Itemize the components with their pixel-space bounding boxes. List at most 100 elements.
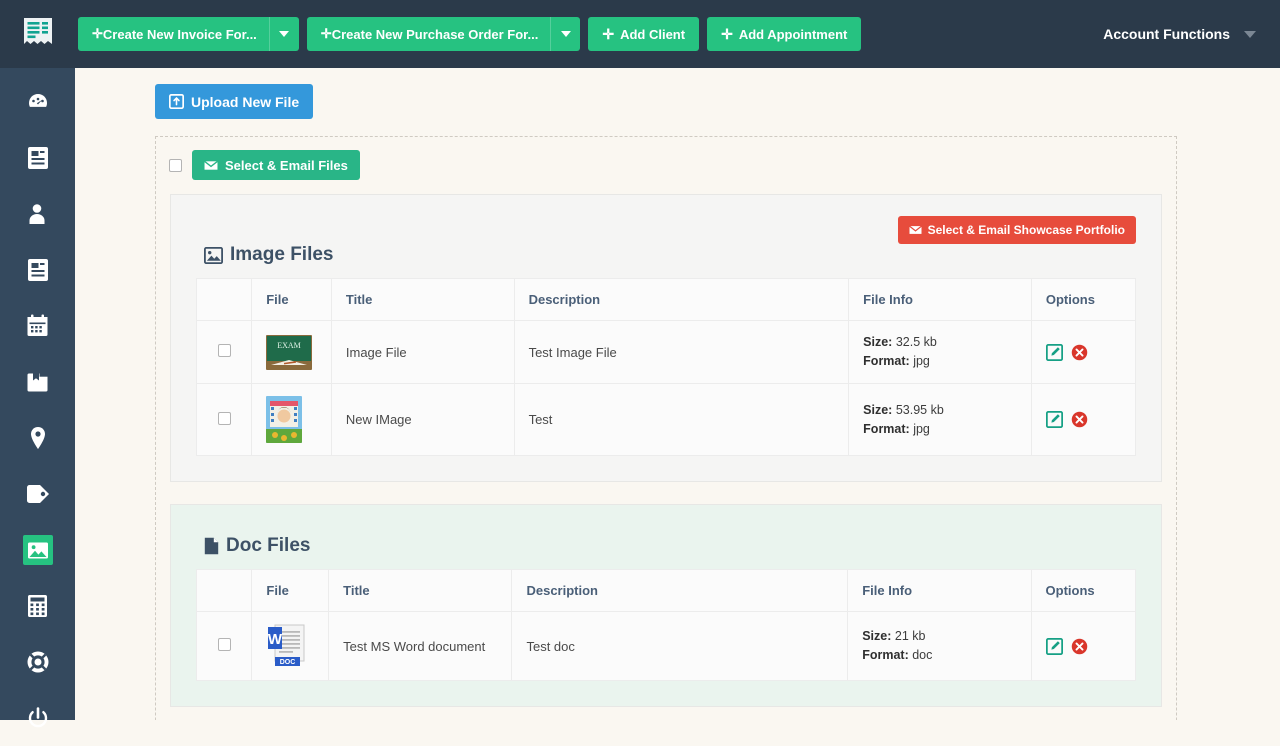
create-new-purchase-order-label: ✛Create New Purchase Order For... [307,17,551,51]
row-thumbnail-cell [252,384,332,456]
sidebar-item-support[interactable] [0,634,75,690]
header-action-buttons: ✛Create New Invoice For... ✛Create New P… [78,17,861,51]
edit-pencil-icon[interactable] [1046,344,1063,361]
format-label: Format: [863,422,910,436]
row-select-checkbox[interactable] [218,638,231,651]
plus-icon: ✛ [92,26,103,42]
create-new-invoice-dropdown-toggle[interactable] [269,17,299,51]
app-logo[interactable] [0,0,75,68]
edit-pencil-icon[interactable] [1046,411,1063,428]
row-title-cell: Image File [331,321,514,384]
table-header-row: File Title Description File Info Options [197,279,1136,321]
row-description-cell: Test [514,384,849,456]
row-file-info-cell: Size: 32.5 kb Format: jpg [849,321,1032,384]
select-email-showcase-portfolio-button[interactable]: Select & Email Showcase Portfolio [898,216,1136,244]
purchase-order-document-icon [23,255,53,285]
row-description-cell: Test doc [512,612,848,681]
sidebar-item-calculator[interactable] [0,578,75,634]
sidebar-item-dashboard[interactable] [0,74,75,130]
col-file-info: File Info [848,570,1031,612]
sidebar-item-calendar[interactable] [0,298,75,354]
format-value: jpg [913,354,930,368]
select-email-files-button[interactable]: Select & Email Files [192,150,360,180]
tag-icon [23,479,53,509]
file-document-icon [204,537,219,555]
row-file-info-cell: Size: 53.95 kb Format: jpg [849,384,1032,456]
showcase-portfolio-label: Select & Email Showcase Portfolio [928,223,1125,237]
row-description-cell: Test Image File [514,321,849,384]
col-file-info: File Info [849,279,1032,321]
doc-files-table: File Title Description File Info Options [196,569,1136,681]
lifebuoy-support-icon [23,647,53,677]
sidebar-item-invoices[interactable] [0,130,75,186]
image-gallery-icon [23,535,53,565]
create-new-invoice-button[interactable]: ✛Create New Invoice For... [78,17,299,51]
sidebar-item-locations[interactable] [0,410,75,466]
row-thumbnail-cell: EXAM [252,321,332,384]
add-appointment-button[interactable]: ✛Add Appointment [707,17,861,51]
select-all-files-checkbox[interactable] [169,159,182,172]
size-value: 21 kb [895,629,926,643]
row-select-checkbox[interactable] [218,344,231,357]
table-row: New IMage Test Size: 53.95 kb Format: jp… [197,384,1136,456]
client-person-icon [23,199,53,229]
chevron-down-icon [279,31,289,37]
account-functions-label: Account Functions [1103,26,1230,42]
delete-x-circle-icon[interactable] [1071,411,1088,428]
table-row: EXAM Image File Test Image File Size: 32… [197,321,1136,384]
size-value: 53.95 kb [896,403,944,417]
image-files-panel: Select & Email Showcase Portfolio Image … [170,194,1162,482]
image-files-title-text: Image Files [230,244,334,266]
row-select-checkbox[interactable] [218,412,231,425]
sidebar-item-logout[interactable] [0,690,75,746]
envelope-icon [204,160,218,171]
format-label: Format: [863,354,910,368]
add-client-button[interactable]: ✛Add Client [588,17,699,51]
upload-box-icon [169,94,184,109]
sidebar-item-tags[interactable] [0,466,75,522]
sidebar-item-gallery[interactable] [0,522,75,578]
delete-x-circle-icon[interactable] [1071,638,1088,655]
upload-new-file-button[interactable]: Upload New File [155,84,313,119]
calendar-icon [23,311,53,341]
col-checkbox [197,279,252,321]
col-title: Title [329,570,512,612]
svg-text:DOC: DOC [280,659,296,666]
calculator-icon [23,591,53,621]
child-portrait-thumbnail[interactable] [266,396,302,443]
edit-pencil-icon[interactable] [1046,638,1063,655]
sidebar-item-purchase-orders[interactable] [0,242,75,298]
table-header-row: File Title Description File Info Options [197,570,1136,612]
power-logout-icon [23,703,53,733]
left-sidebar-nav [0,68,75,720]
ms-word-doc-icon[interactable]: W DOC [266,624,306,668]
upload-row: Upload New File [75,68,1280,119]
col-options: Options [1031,570,1135,612]
row-title-cell: Test MS Word document [329,612,512,681]
chevron-down-icon [1244,31,1256,38]
create-new-purchase-order-button[interactable]: ✛Create New Purchase Order For... [307,17,581,51]
row-file-info-cell: Size: 21 kb Format: doc [848,612,1031,681]
invoice-document-icon [23,143,53,173]
row-checkbox-cell [197,321,252,384]
format-value: jpg [913,422,930,436]
exam-blackboard-thumbnail[interactable]: EXAM [266,335,312,370]
account-functions-menu[interactable]: Account Functions [1103,26,1256,42]
product-box-icon [23,367,53,397]
col-checkbox [197,570,252,612]
invoice-receipt-icon [21,17,55,51]
upload-new-file-label: Upload New File [191,94,299,110]
image-picture-icon [204,247,223,264]
col-file: File [252,570,329,612]
size-label: Size: [863,335,892,349]
create-new-invoice-label: ✛Create New Invoice For... [78,17,269,51]
row-options-cell [1031,384,1135,456]
plus-icon: ✛ [321,26,332,42]
doc-files-title-text: Doc Files [226,535,310,557]
delete-x-circle-icon[interactable] [1071,344,1088,361]
sidebar-item-clients[interactable] [0,186,75,242]
create-new-purchase-order-dropdown-toggle[interactable] [550,17,580,51]
dashboard-gauge-icon [23,87,53,117]
sidebar-item-products[interactable] [0,354,75,410]
plus-icon: ✛ [602,26,614,43]
